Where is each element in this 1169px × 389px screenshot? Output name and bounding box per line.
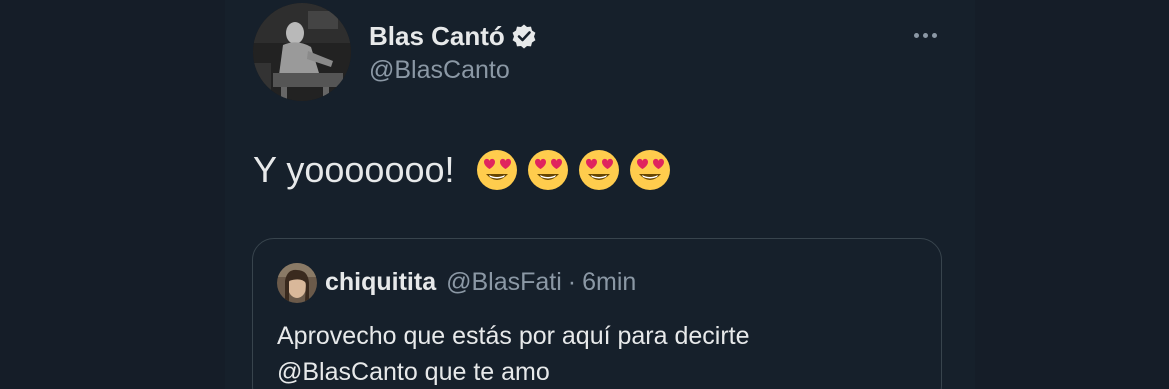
quote-author-avatar[interactable] [277, 263, 317, 303]
author-name[interactable]: Blas Cantó [369, 21, 505, 52]
tweet-text: Y yooooooo! [253, 148, 672, 192]
author-avatar-image [253, 3, 351, 101]
quote-author-handle[interactable]: @BlasFati [446, 268, 562, 297]
heart-eyes-emoji [577, 148, 621, 192]
quote-header: chiquitita @BlasFati · 6min [325, 268, 636, 297]
quote-timestamp[interactable]: 6min [582, 268, 636, 297]
more-dot [931, 32, 937, 38]
verified-badge-icon [511, 23, 537, 49]
page: Blas Cantó @BlasCanto Y yooooooo! chiqui… [0, 0, 1169, 389]
tweet-text-content: Y yooooooo! [253, 149, 455, 190]
quote-separator: · [567, 268, 577, 296]
more-options-button[interactable] [908, 22, 942, 48]
more-horizontal-icon [913, 32, 919, 38]
author-avatar[interactable] [253, 3, 351, 101]
heart-eyes-emoji [526, 148, 570, 192]
quote-text-line-2-rest: que te amo [417, 358, 550, 386]
quote-text-line-1: Aprovecho que estás por aquí para decirt… [277, 322, 750, 350]
heart-eyes-emoji [628, 148, 672, 192]
quote-mention-link[interactable]: @BlasCanto [277, 358, 418, 386]
quote-author-avatar-image [277, 263, 317, 303]
quote-text-line-2: @BlasCanto que te amo [277, 354, 917, 389]
quote-text: Aprovecho que estás por aquí para decirt… [277, 318, 917, 389]
heart-eyes-emoji [475, 148, 519, 192]
author-name-row: Blas Cantó [369, 18, 537, 54]
quote-author-name[interactable]: chiquitita [325, 268, 436, 297]
emoji-row [475, 148, 672, 192]
author-handle[interactable]: @BlasCanto [369, 56, 510, 85]
more-dot [922, 32, 928, 38]
